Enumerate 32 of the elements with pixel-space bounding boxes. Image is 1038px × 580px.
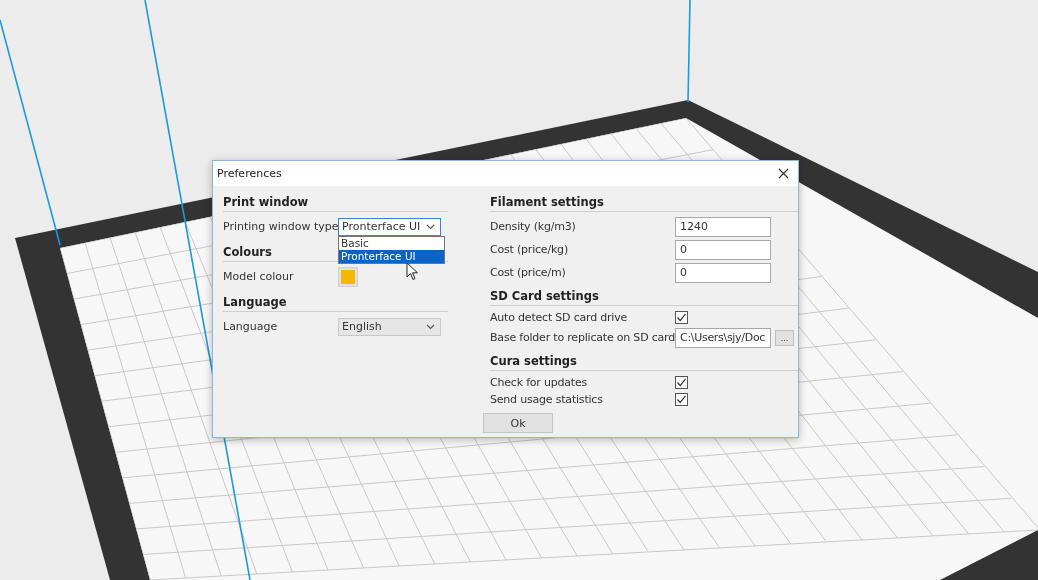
dropdown-field[interactable]: English — [338, 317, 441, 336]
field-label: Cost (price/m) — [490, 266, 567, 279]
section-heading: Cura settings — [490, 354, 798, 371]
dropdown-option[interactable]: Pronterface UI — [339, 249, 444, 263]
browse-button[interactable]: ... — [775, 329, 794, 346]
field-label: Language — [223, 320, 279, 333]
input-field[interactable]: 0 — [675, 239, 771, 260]
section-heading: Filament settings — [490, 195, 798, 212]
section-heading: SD Card settings — [490, 289, 798, 306]
field-label: Density (kg/m3) — [490, 220, 577, 233]
field-label: Printing window type — [223, 220, 338, 233]
field-label: Cost (price/kg) — [490, 243, 569, 256]
chevron-icon — [426, 223, 435, 230]
field-label: Send usage statistics — [490, 393, 604, 406]
field-label: Model colour — [223, 270, 295, 283]
dropdown-option[interactable]: Basic — [339, 236, 444, 250]
path-field[interactable]: C:\Users\sjy/Doc — [675, 327, 771, 348]
section-heading: Print window — [223, 195, 448, 212]
checkbox[interactable] — [675, 376, 688, 389]
field-label: Auto detect SD card drive — [490, 311, 629, 324]
ok-button[interactable]: Ok — [483, 413, 553, 433]
chevron-icon — [426, 323, 435, 330]
input-field[interactable]: 0 — [675, 262, 771, 283]
section-heading: Language — [223, 295, 448, 312]
field-label: Check for updates — [490, 376, 589, 389]
checkbox[interactable] — [675, 393, 688, 406]
field-label: Base folder to replicate on SD card — [490, 331, 675, 344]
checkbox[interactable] — [675, 311, 688, 324]
input-field[interactable]: 1240 — [675, 216, 771, 237]
window-title: Preferences — [217, 167, 282, 180]
close-icon[interactable] — [778, 168, 789, 179]
dropdown-field[interactable]: Pronterface UI — [338, 217, 441, 236]
